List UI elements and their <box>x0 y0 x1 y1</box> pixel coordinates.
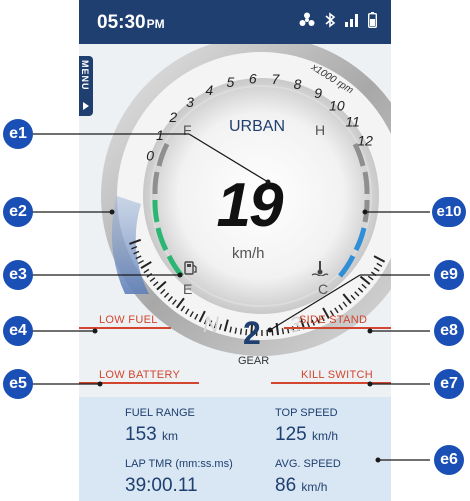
callout-e3: e3 <box>3 260 33 290</box>
callout-e7: e7 <box>434 369 464 399</box>
callout-e9: e9 <box>434 260 464 290</box>
callout-e1: e1 <box>3 119 33 149</box>
callout-e6: e6 <box>434 445 464 475</box>
callout-e5: e5 <box>3 369 33 399</box>
callout-e10: e10 <box>432 197 466 227</box>
callout-e2: e2 <box>3 197 33 227</box>
callout-e8: e8 <box>434 316 464 346</box>
callout-e4: e4 <box>3 316 33 346</box>
callout-leader-lines <box>30 133 430 463</box>
